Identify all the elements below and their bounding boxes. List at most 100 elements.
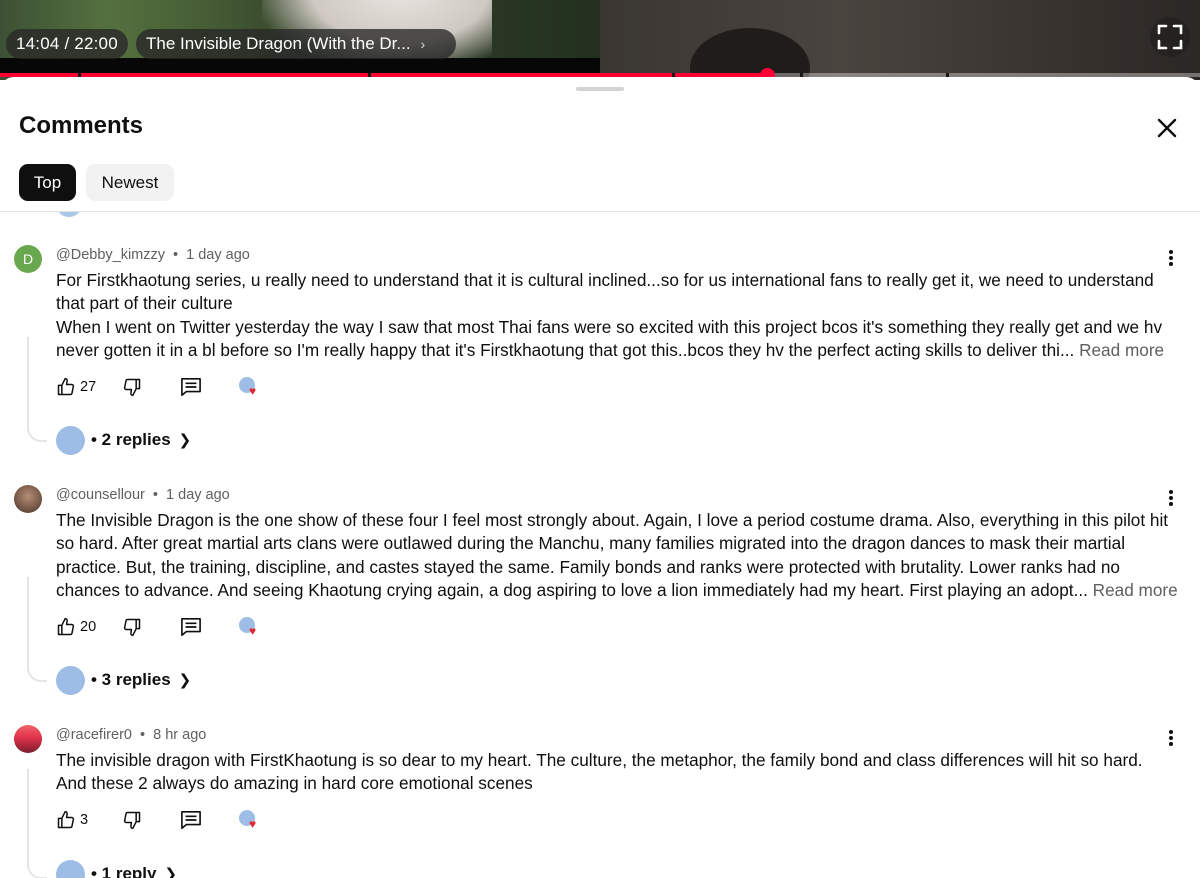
close-button[interactable]	[1152, 113, 1182, 143]
comment-actions: 20 ♥	[56, 615, 260, 639]
comment-list[interactable]: D @Debby_kimzzy • 1 day ago For Firstkha…	[0, 212, 1200, 878]
heart-icon: ♥	[249, 817, 257, 831]
comment-text: The Invisible Dragon is the one show of …	[56, 509, 1178, 603]
creator-heart-badge: ♥	[238, 616, 260, 638]
thread-line	[27, 337, 47, 442]
comment-author[interactable]: @Debby_kimzzy	[56, 247, 165, 263]
creator-heart-badge: ♥	[238, 376, 260, 398]
avatar[interactable]	[14, 725, 42, 753]
comment-more-button[interactable]	[1160, 487, 1182, 509]
meta-separator: •	[140, 727, 146, 743]
fullscreen-button[interactable]	[1150, 17, 1190, 57]
comment-meta: @racefirer0 • 8 hr ago	[56, 727, 206, 743]
like-button[interactable]: 27	[56, 375, 122, 399]
heart-icon: ♥	[249, 624, 257, 638]
heart-icon: ♥	[249, 384, 257, 398]
reply-avatar	[56, 665, 85, 695]
comment-line: chances to advance. And seeing Khaotung …	[56, 580, 1088, 601]
comment-more-button[interactable]	[1160, 727, 1182, 749]
like-count: 3	[80, 812, 89, 828]
comment-more-button[interactable]	[1160, 247, 1182, 269]
comment-line: For Firstkhaotung series, u really need …	[56, 270, 1154, 290]
video-title-button[interactable]: The Invisible Dragon (With the Dr... ›	[136, 29, 456, 59]
comment-text: The invisible dragon with FirstKhaotung …	[56, 749, 1176, 796]
comment-age: 1 day ago	[166, 487, 230, 503]
thumbs-up-icon	[57, 810, 75, 829]
thread-line	[27, 577, 47, 682]
like-count: 27	[80, 379, 97, 395]
thumbs-down-icon	[123, 378, 141, 397]
comment-icon	[181, 618, 201, 636]
chevron-right-icon: ❯	[164, 866, 178, 878]
view-replies-button[interactable]: • 1 reply ❯	[56, 859, 177, 878]
like-button[interactable]: 3	[56, 808, 122, 832]
more-vertical-icon	[1169, 250, 1173, 266]
thread-line	[27, 769, 47, 878]
reply-button[interactable]	[180, 808, 238, 832]
dislike-button[interactable]	[122, 808, 180, 832]
tab-newest[interactable]: Newest	[86, 164, 174, 201]
tab-top[interactable]: Top	[19, 164, 76, 201]
comment-line: never gotten it in a bl before so I'm re…	[56, 340, 1075, 361]
avatar[interactable]	[14, 485, 42, 513]
chevron-right-icon: ❯	[178, 432, 192, 449]
comment-line-last: never gotten it in a bl before so I'm re…	[56, 339, 1176, 362]
like-button[interactable]: 20	[56, 615, 122, 639]
comment-line: so hard. After great martial arts clans …	[56, 533, 1126, 554]
time-display-text: 14:04 / 22:00	[16, 34, 118, 53]
comment-line: The invisible dragon with FirstKhaotung …	[56, 750, 1143, 770]
chevron-right-icon: ›	[420, 36, 426, 52]
chevron-right-icon: ❯	[178, 672, 192, 689]
comment-icon	[181, 378, 201, 396]
like-count: 20	[80, 619, 97, 635]
comment-line: practice. But, the training, discipline,…	[56, 556, 1120, 577]
avatar-letter: D	[22, 251, 34, 267]
reply-button[interactable]	[180, 375, 238, 399]
comment-line-last: chances to advance. And seeing Khaotung …	[56, 579, 1178, 602]
reply-avatar	[56, 859, 85, 878]
avatar	[56, 212, 82, 217]
read-more-link[interactable]: Read more	[1093, 580, 1178, 600]
thumbs-up-icon	[57, 377, 75, 396]
thumbs-down-icon	[123, 811, 141, 830]
comment-author[interactable]: @counsellour	[56, 487, 145, 503]
view-replies-button[interactable]: • 3 replies ❯	[56, 665, 191, 695]
thumbs-up-icon	[57, 617, 75, 636]
video-title: The Invisible Dragon (With the Dr...	[146, 34, 411, 53]
replies-count: • 1 reply	[91, 864, 157, 878]
avatar[interactable]: D	[14, 245, 42, 273]
reply-avatar	[56, 425, 85, 455]
drag-handle[interactable]	[576, 87, 624, 91]
comment-meta: @Debby_kimzzy • 1 day ago	[56, 247, 250, 263]
more-vertical-icon	[1169, 730, 1173, 746]
comment-line: And these 2 always do amazing in hard co…	[56, 773, 533, 794]
dislike-button[interactable]	[122, 615, 180, 639]
comment-author[interactable]: @racefirer0	[56, 727, 132, 743]
more-vertical-icon	[1169, 490, 1173, 506]
comment-age: 8 hr ago	[153, 727, 207, 743]
reply-button[interactable]	[180, 615, 238, 639]
meta-separator: •	[173, 247, 179, 263]
comment-line: that part of their culture	[56, 293, 233, 314]
comment-icon	[181, 811, 201, 829]
comment-text: For Firstkhaotung series, u really need …	[56, 269, 1176, 363]
comment-line: The Invisible Dragon is the one show of …	[56, 510, 1169, 530]
comments-panel: Comments Top Newest D @Debby_kimzzy • 1 …	[0, 77, 1200, 878]
view-replies-button[interactable]: • 2 replies ❯	[56, 425, 191, 455]
comment-item: @counsellour • 1 day ago The Invisible D…	[0, 485, 1200, 695]
read-more-link[interactable]: Read more	[1079, 340, 1164, 360]
replies-count: • 2 replies	[91, 430, 171, 449]
comment-item: D @Debby_kimzzy • 1 day ago For Firstkha…	[0, 245, 1200, 455]
comment-meta: @counsellour • 1 day ago	[56, 487, 230, 503]
time-display[interactable]: 14:04 / 22:00	[6, 29, 128, 59]
comment-item: @racefirer0 • 8 hr ago The invisible dra…	[0, 725, 1200, 878]
dislike-button[interactable]	[122, 375, 180, 399]
meta-separator: •	[152, 487, 158, 503]
comment-line: When I went on Twitter yesterday the way…	[56, 316, 1163, 337]
comment-age: 1 day ago	[186, 247, 250, 263]
close-icon	[1157, 118, 1177, 138]
panel-title: Comments	[19, 112, 144, 139]
video-player[interactable]: 14:04 / 22:00 The Invisible Dragon (With…	[0, 0, 1200, 80]
fullscreen-icon	[1157, 24, 1183, 50]
video-letterbox	[0, 58, 600, 74]
